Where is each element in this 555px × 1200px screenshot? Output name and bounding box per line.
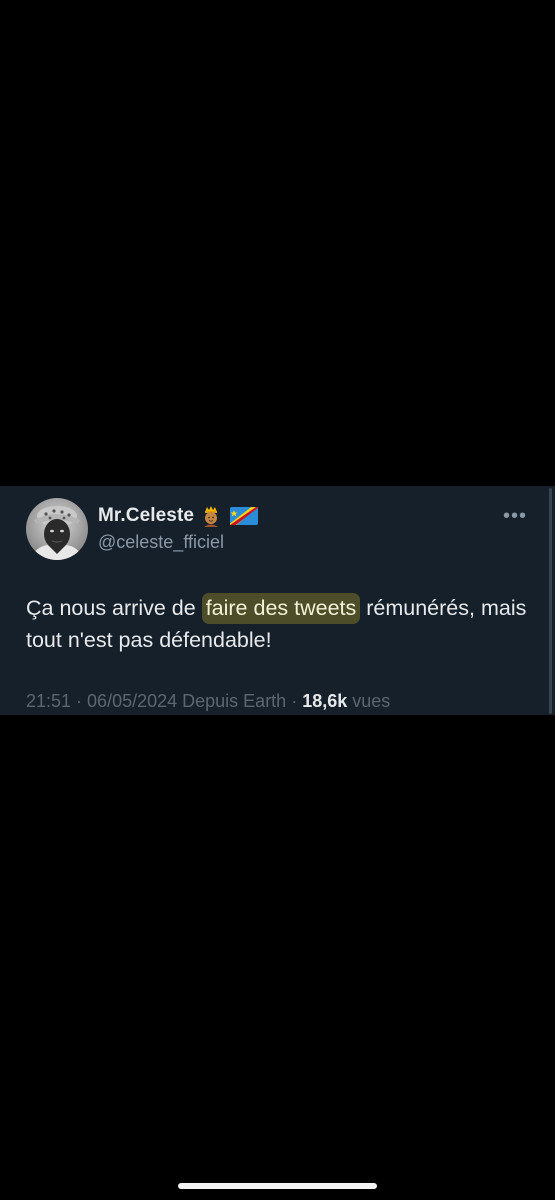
tweet-date[interactable]: 06/05/2024 xyxy=(87,691,177,711)
drc-flag-icon xyxy=(228,505,261,527)
tweet-text-highlight: faire des tweets xyxy=(201,593,361,624)
tweet-meta: 21:51 · 06/05/2024 Depuis Earth · 18,6k … xyxy=(26,691,390,712)
screen: Mr.Celeste @celeste_fficiel ••• Ça nous … xyxy=(0,0,555,1200)
tweet-source: Depuis Earth xyxy=(177,691,287,711)
avatar[interactable] xyxy=(26,498,88,560)
more-options-button[interactable]: ••• xyxy=(503,506,527,526)
meta-separator: · xyxy=(286,691,303,711)
meta-separator: · xyxy=(71,691,88,711)
author-display-name[interactable]: Mr.Celeste xyxy=(98,505,194,527)
home-indicator[interactable] xyxy=(178,1183,377,1189)
crown-person-emoji-icon xyxy=(200,505,222,527)
tweet-time[interactable]: 21:51 xyxy=(26,691,71,711)
tweet-card[interactable]: Mr.Celeste @celeste_fficiel ••• Ça nous … xyxy=(0,486,555,715)
views-count[interactable]: 18,6k xyxy=(302,691,347,711)
scrollbar[interactable] xyxy=(549,488,552,714)
tweet-text: Ça nous arrive de faire des tweets rémun… xyxy=(26,592,531,656)
views-label: vues xyxy=(347,691,391,711)
author-handle[interactable]: @celeste_fficiel xyxy=(98,532,224,553)
author-name-row[interactable]: Mr.Celeste xyxy=(98,504,261,528)
tweet-text-before: Ça nous arrive de xyxy=(26,596,202,620)
avatar-image xyxy=(30,506,84,560)
